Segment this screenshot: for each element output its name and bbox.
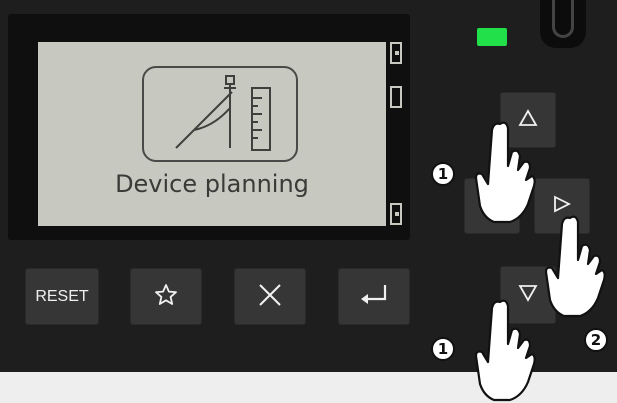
- display-title: Device planning: [115, 170, 309, 198]
- scroll-indicator-top: [390, 42, 402, 64]
- pointing-hand-icon: [474, 299, 536, 402]
- step-1-badge: 1: [431, 162, 455, 186]
- favorite-button[interactable]: [130, 268, 202, 325]
- step-1-badge: 1: [431, 337, 455, 361]
- pointing-hand-icon: [544, 215, 606, 318]
- close-icon: [257, 282, 283, 312]
- pointing-hand-icon: [474, 121, 536, 224]
- cancel-button[interactable]: [234, 268, 306, 325]
- star-icon: [154, 283, 178, 311]
- reset-label: RESET: [35, 287, 89, 305]
- device-planning-icon: [142, 66, 298, 162]
- rotary-knob[interactable]: [540, 0, 586, 48]
- enter-button[interactable]: [338, 268, 410, 325]
- step-2-badge: 2: [584, 328, 608, 352]
- enter-icon: [359, 283, 389, 311]
- status-led: [477, 28, 507, 46]
- scroll-indicator-middle: [390, 86, 402, 108]
- knob-grip: [552, 0, 574, 38]
- reset-button[interactable]: RESET: [25, 268, 99, 325]
- scroll-indicator-bottom: [390, 203, 402, 225]
